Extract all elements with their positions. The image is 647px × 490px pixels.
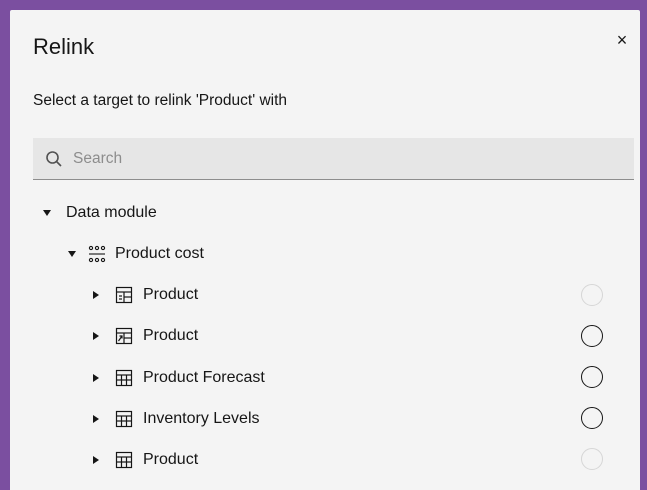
data-module-icon (88, 245, 106, 263)
tree-item[interactable]: Product (93, 280, 198, 310)
chevron-down-icon[interactable] (68, 251, 76, 257)
radio-button[interactable] (581, 448, 603, 470)
radio-button[interactable] (581, 407, 603, 429)
tree-item[interactable]: Product (93, 445, 198, 475)
chevron-right-icon[interactable] (93, 332, 99, 340)
tree-item-label: Product (143, 327, 199, 344)
close-icon[interactable]: × (612, 30, 632, 50)
relink-dialog: × Relink Select a target to relink 'Prod… (10, 10, 640, 490)
tree-item-label: Inventory Levels (143, 410, 260, 427)
table-icon (115, 369, 133, 387)
search-field[interactable] (33, 138, 634, 180)
chevron-right-icon[interactable] (93, 374, 99, 382)
search-icon (46, 150, 62, 167)
table-link-icon (115, 327, 133, 345)
dialog-title: Relink (33, 34, 95, 59)
tree-item[interactable]: Product (93, 321, 198, 351)
tree-node-data-module[interactable]: Data module (43, 198, 157, 228)
chevron-right-icon[interactable] (93, 456, 99, 464)
radio-button[interactable] (581, 325, 603, 347)
table-view-icon (115, 286, 133, 304)
chevron-right-icon[interactable] (93, 291, 99, 299)
chevron-right-icon[interactable] (93, 415, 99, 423)
tree-item-label: Product (143, 286, 199, 303)
tree-item-label: Product (143, 451, 199, 468)
table-icon (115, 451, 133, 469)
dialog-subtitle: Select a target to relink 'Product' with (33, 92, 288, 109)
tree-node-product-cost[interactable]: Product cost (68, 239, 204, 269)
tree-item[interactable]: Inventory Levels (93, 404, 260, 434)
tree-node-label: Product cost (115, 245, 204, 262)
chevron-down-icon[interactable] (43, 210, 51, 216)
tree-item[interactable]: Product Forecast (93, 363, 265, 393)
tree-node-label: Data module (66, 204, 157, 221)
tree-item-label: Product Forecast (143, 369, 265, 386)
table-icon (115, 410, 133, 428)
radio-button[interactable] (581, 366, 603, 388)
search-input[interactable] (73, 149, 613, 168)
radio-button[interactable] (581, 284, 603, 306)
